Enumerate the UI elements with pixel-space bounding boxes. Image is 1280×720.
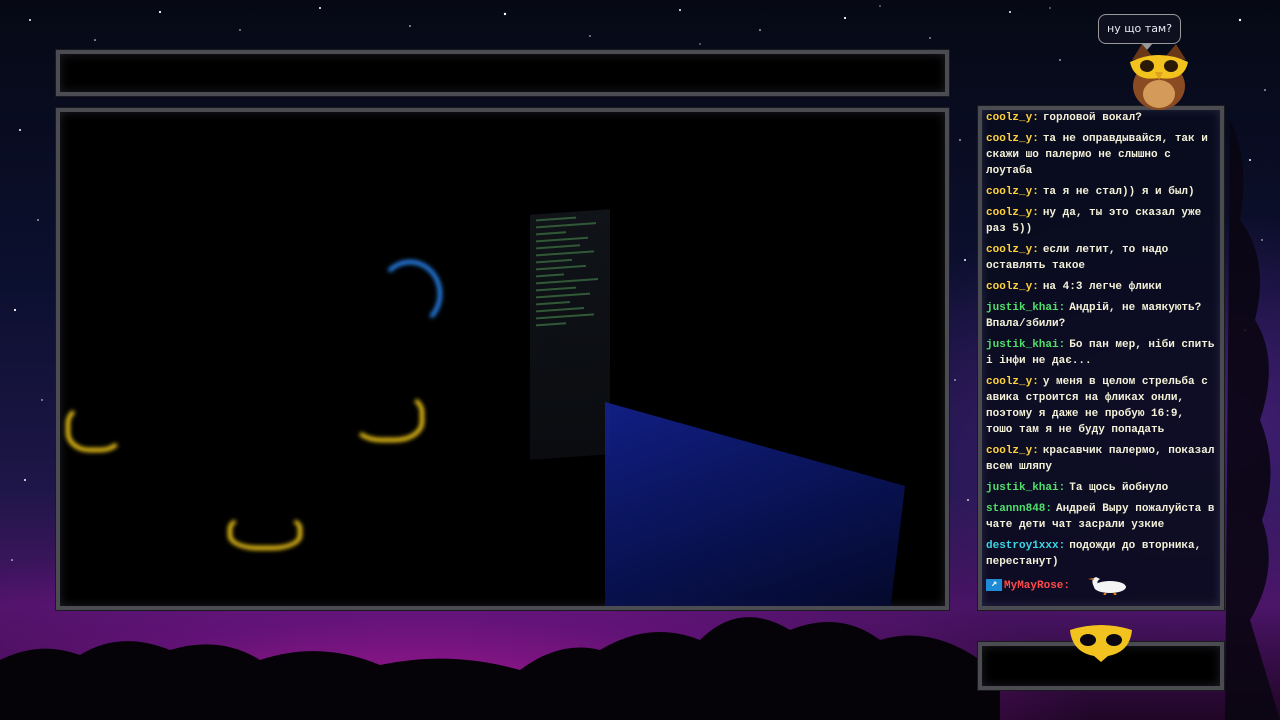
chat-username[interactable]: justik_khai: [986, 482, 1065, 494]
chat-message: destroy1xxx: подожди до вторника, переста… [986, 538, 1216, 570]
chat-message-list: начали)coolz_y:горловой вокал?coolz_y:та… [986, 110, 1216, 600]
chat-message: coolz_y: если летит, то надо оставлять та… [986, 242, 1216, 274]
chat-message: coolz_y: на 4:3 легче флики [986, 279, 1216, 295]
chat-username[interactable]: coolz_y: [986, 112, 1039, 124]
chat-message: justik_khai: Бо пан мер, ніби спить і інф… [986, 337, 1216, 369]
chat-text: горловой вокал? [1042, 112, 1142, 124]
chat-panel: начали)coolz_y:горловой вокал?coolz_y:та… [978, 106, 1224, 610]
chat-username[interactable]: coolz_y: [986, 186, 1039, 198]
yellow-light-glow [228, 514, 302, 550]
yellow-light-glow [66, 404, 124, 452]
chat-message: coolz_y: красавчик палермо, показал всем … [986, 443, 1216, 475]
chat-message: justik_khai: Та щось йобнуло [986, 480, 1216, 496]
chat-message: coolz_y: у меня в целом стрельба с авика … [986, 374, 1216, 438]
chat-username[interactable]: MyMayRose: [1004, 580, 1070, 592]
chat-username[interactable]: coolz_y: [986, 244, 1039, 256]
chat-text: та я не стал)) я и был) [1042, 186, 1195, 198]
webcam-video-feed [56, 108, 949, 610]
goose-emote-icon [1088, 577, 1127, 595]
chat-username[interactable]: coolz_y: [986, 207, 1039, 219]
background-monitor [530, 209, 610, 460]
chat-message: coolz_y: горловой вокал? [986, 110, 1216, 126]
owl-mask-icon [1070, 625, 1132, 662]
chat-username[interactable]: stannn848: [986, 503, 1052, 515]
blue-light-glow [378, 260, 442, 328]
chat-username[interactable]: justik_khai: [986, 302, 1065, 314]
chat-username[interactable]: coolz_y: [986, 376, 1039, 388]
stream-title-bar [56, 50, 949, 96]
arrow-badge-icon: ↗ [986, 579, 1002, 591]
chat-message: coolz_y: та не оправдывайся, так и скажи … [986, 131, 1216, 179]
chat-username[interactable]: justik_khai: [986, 339, 1065, 351]
yellow-light-glow [352, 392, 424, 442]
chat-message: stannn848: Андрей Выру пожалуйста в чате … [986, 501, 1216, 533]
chat-text: Та щось йобнуло [1069, 482, 1169, 494]
chat-message: justik_khai: Андрій, не маякують? Впала/з… [986, 300, 1216, 332]
chat-username[interactable]: coolz_y: [986, 445, 1039, 457]
chat-message: ↗ MyMayRose: [986, 575, 1216, 595]
chat-username[interactable]: destroy1xxx: [986, 540, 1065, 552]
chat-text: на 4:3 легче флики [1042, 281, 1162, 293]
owl-icon [1130, 44, 1188, 110]
chat-username[interactable]: coolz_y: [986, 133, 1039, 145]
chat-message: coolz_y: ну да, ты это сказал уже раз 5)) [986, 205, 1216, 237]
chat-message: coolz_y: та я не стал)) я и был) [986, 184, 1216, 200]
blue-lit-desk [605, 402, 905, 606]
chat-username[interactable]: coolz_y: [986, 281, 1039, 293]
